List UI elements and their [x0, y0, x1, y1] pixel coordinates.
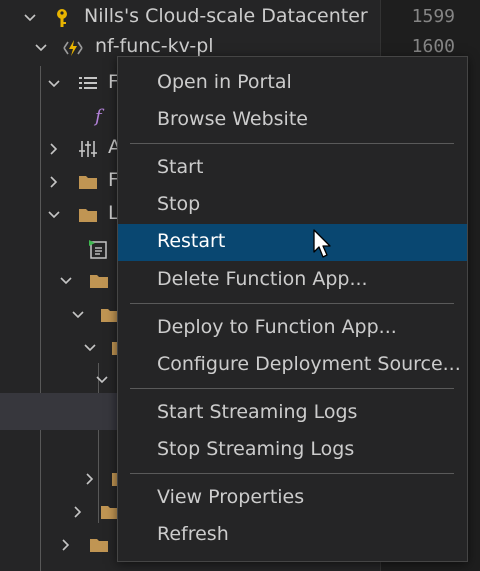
chevron-right-icon[interactable] [46, 174, 62, 190]
chevron-down-icon[interactable] [22, 10, 38, 26]
chevron-down-icon[interactable] [70, 307, 86, 323]
chevron-down-icon[interactable] [94, 372, 110, 388]
tree-item-label: nf-func-kv-pl [95, 35, 214, 57]
settings-sliders-icon [77, 138, 99, 160]
menu-item-label: Open in Portal [157, 71, 292, 93]
menu-item-label: Start Streaming Logs [157, 401, 358, 423]
chevron-right-icon[interactable] [46, 141, 62, 157]
menu-item-stop[interactable]: Stop [118, 187, 467, 224]
menu-separator [130, 388, 454, 389]
menu-item-label: Start [157, 156, 204, 178]
chevron-right-icon[interactable] [70, 504, 86, 520]
line-number: 1599 [411, 6, 455, 27]
chevron-right-icon[interactable] [58, 537, 74, 553]
chevron-down-icon[interactable] [82, 340, 98, 356]
folder-icon [77, 171, 99, 193]
chevron-down-icon[interactable] [33, 40, 49, 56]
menu-item-label: Stop [157, 193, 201, 215]
menu-item-label: Delete Function App... [157, 268, 368, 290]
menu-item-refresh[interactable]: Refresh [118, 517, 467, 554]
folder-icon [88, 270, 110, 292]
menu-item-start[interactable]: Start [118, 150, 467, 187]
menu-item-configure-deployment-source[interactable]: Configure Deployment Source... [118, 347, 467, 384]
chevron-down-icon[interactable] [46, 76, 62, 92]
log-file-icon [88, 238, 110, 260]
menu-item-browse-website[interactable]: Browse Website [118, 102, 467, 139]
line-number: 1600 [411, 36, 455, 57]
menu-item-label: Browse Website [157, 108, 308, 130]
chevron-down-icon[interactable] [46, 207, 62, 223]
menu-separator [130, 303, 454, 304]
menu-item-restart[interactable]: Restart [118, 224, 467, 261]
mouse-cursor-icon [312, 228, 334, 260]
menu-separator [130, 143, 454, 144]
menu-item-label: Refresh [157, 523, 229, 545]
menu-item-open-in-portal[interactable]: Open in Portal [118, 65, 467, 102]
list-icon [77, 73, 99, 95]
chevron-down-icon[interactable] [58, 273, 74, 289]
menu-item-label: Configure Deployment Source... [157, 353, 461, 375]
menu-item-view-properties[interactable]: View Properties [118, 480, 467, 517]
folder-icon [77, 204, 99, 226]
key-icon [51, 7, 73, 29]
menu-item-stop-streaming-logs[interactable]: Stop Streaming Logs [118, 432, 467, 469]
menu-item-deploy-to-function-app[interactable]: Deploy to Function App... [118, 310, 467, 347]
menu-item-delete-function-app[interactable]: Delete Function App... [118, 262, 467, 299]
function-app-icon [62, 37, 84, 59]
function-icon: f [90, 105, 112, 127]
menu-item-label: Deploy to Function App... [157, 316, 397, 338]
svg-text:f: f [93, 106, 105, 127]
folder-icon [88, 534, 110, 556]
menu-item-start-streaming-logs[interactable]: Start Streaming Logs [118, 395, 467, 432]
chevron-right-icon[interactable] [82, 471, 98, 487]
menu-separator [130, 473, 454, 474]
menu-item-label: Restart [157, 230, 226, 252]
context-menu: Open in Portal Browse Website Start Stop… [117, 56, 468, 562]
menu-item-label: Stop Streaming Logs [157, 438, 355, 460]
tree-item-label: Nills's Cloud-scale Datacenter [84, 5, 368, 27]
menu-item-label: View Properties [157, 486, 305, 508]
